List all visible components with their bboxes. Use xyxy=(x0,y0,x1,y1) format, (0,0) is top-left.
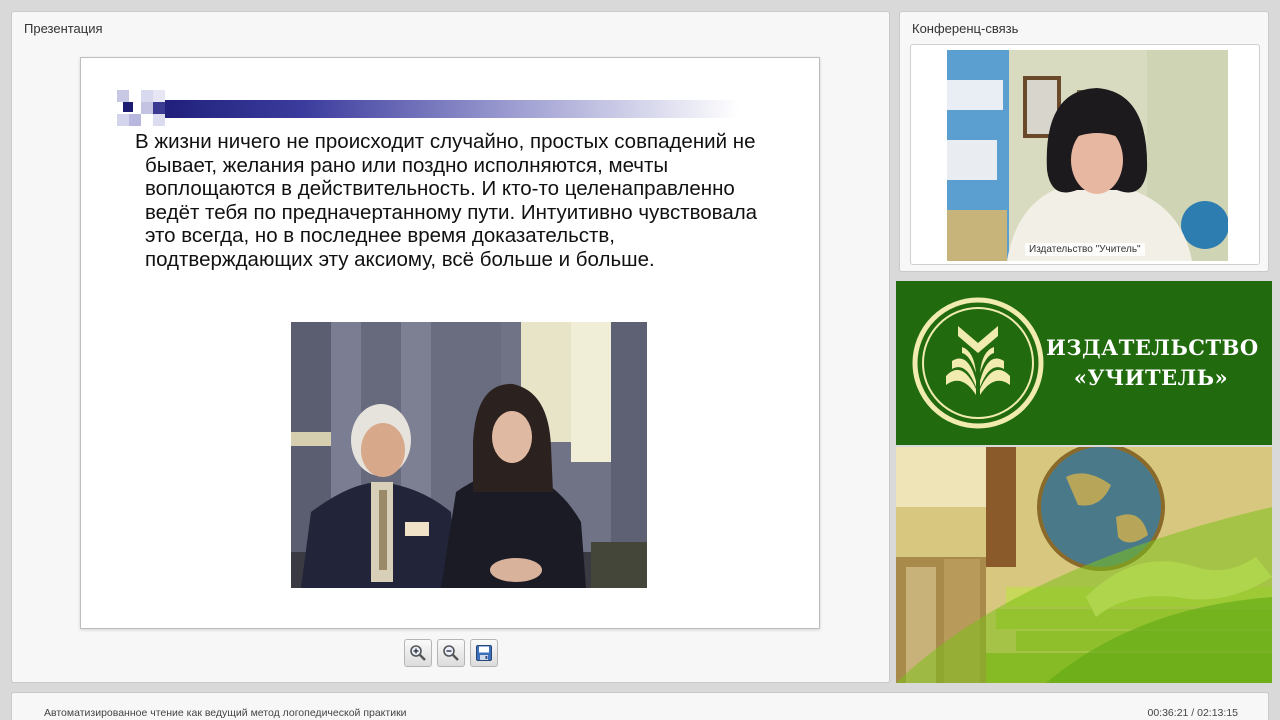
publisher-name: ИЗДАТЕЛЬСТВО «УЧИТЕЛЬ» xyxy=(1046,333,1259,393)
presentation-title: Презентация xyxy=(24,21,103,36)
conference-title: Конференц-связь xyxy=(912,21,1019,36)
slide-deco-square xyxy=(123,102,133,112)
lecture-title: Автоматизированное чтение как ведущий ме… xyxy=(44,707,407,719)
slide-photo xyxy=(291,322,647,588)
video-frame: Издательство "Учитель" xyxy=(910,44,1260,265)
slide-deco-square xyxy=(141,102,153,114)
slide-deco-square xyxy=(141,114,153,126)
slide-text: В жизни ничего не происходит случайно, п… xyxy=(135,130,758,271)
conference-panel: Конференц-связь Издательство "Учитель" xyxy=(899,11,1269,272)
save-icon xyxy=(476,645,492,661)
slide-deco-square xyxy=(141,90,153,102)
zoom-out-icon xyxy=(443,645,459,661)
zoom-out-button[interactable] xyxy=(437,639,465,667)
presentation-panel: Презентация В жизни ничего не происходит… xyxy=(11,11,890,683)
slide: В жизни ничего не происходит случайно, п… xyxy=(80,57,820,629)
slide-deco-square xyxy=(153,102,165,114)
slide-deco-square xyxy=(129,90,141,102)
publisher-name-line1: ИЗДАТЕЛЬСТВО xyxy=(1046,335,1259,360)
video-caption: Издательство "Учитель" xyxy=(1025,243,1145,256)
playback-time: 00:36:21 / 02:13:15 xyxy=(1147,707,1239,719)
slide-deco-square xyxy=(117,114,129,126)
publisher-logo-banner: ИЗДАТЕЛЬСТВО «УЧИТЕЛЬ» xyxy=(896,281,1272,445)
save-button[interactable] xyxy=(470,639,498,667)
slide-header-bar xyxy=(159,100,739,118)
zoom-in-button[interactable] xyxy=(404,639,432,667)
slide-deco-square xyxy=(117,90,129,102)
books-banner-image xyxy=(896,447,1272,683)
footer-bar: Автоматизированное чтение как ведущий ме… xyxy=(11,692,1269,720)
publisher-name-line2: «УЧИТЕЛЬ» xyxy=(1073,365,1229,390)
zoom-in-icon xyxy=(410,645,426,661)
slide-deco-square xyxy=(153,90,165,102)
slide-deco-square xyxy=(129,114,141,126)
video-feed[interactable]: Издательство "Учитель" xyxy=(947,50,1228,261)
publisher-emblem-icon xyxy=(912,297,1044,429)
slide-deco-square xyxy=(153,114,165,126)
